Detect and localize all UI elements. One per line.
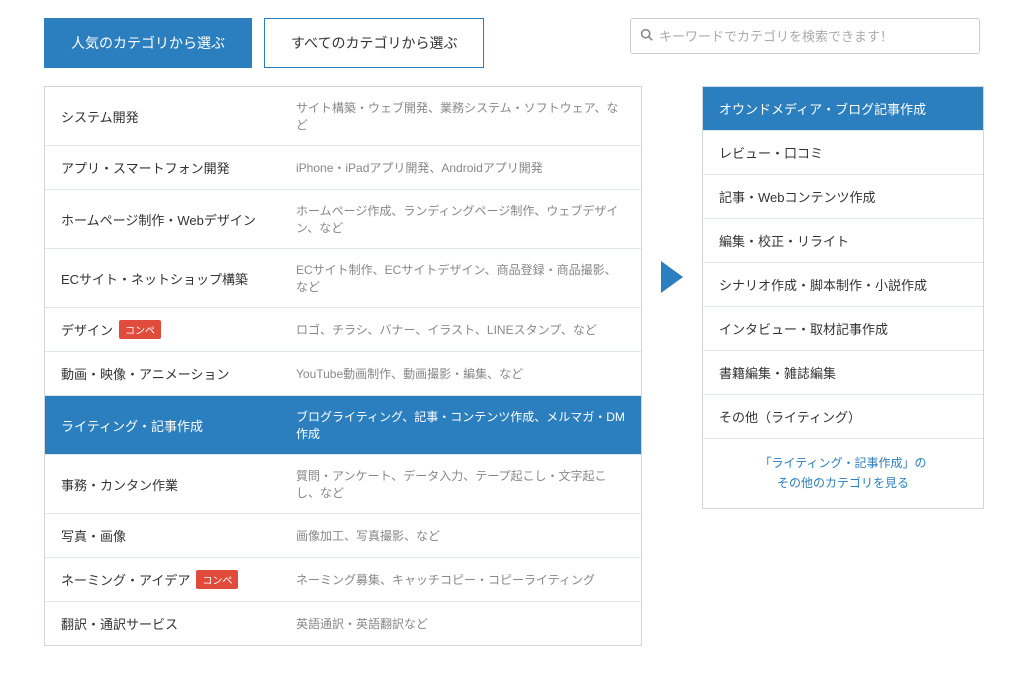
- category-desc: ロゴ、チラシ、バナー、イラスト、LINEスタンプ、など: [296, 321, 625, 338]
- category-desc: サイト構築・ウェブ開発、業務システム・ソフトウェア、など: [296, 99, 625, 133]
- compe-badge: コンペ: [119, 320, 161, 339]
- subcategory-item[interactable]: その他（ライティング）: [703, 394, 983, 438]
- category-title: ECサイト・ネットショップ構築: [61, 269, 296, 288]
- subcategory-item[interactable]: シナリオ作成・脚本制作・小説作成: [703, 262, 983, 306]
- category-search-wrap: [630, 18, 980, 54]
- category-title: ネーミング・アイデアコンペ: [61, 570, 296, 589]
- category-desc: ECサイト制作、ECサイトデザイン、商品登録・商品撮影、など: [296, 261, 625, 295]
- subcategory-item[interactable]: 編集・校正・リライト: [703, 218, 983, 262]
- subcategory-item[interactable]: インタビュー・取材記事作成: [703, 306, 983, 350]
- category-row[interactable]: 事務・カンタン作業質問・アンケート、データ入力、テープ起こし・文字起こし、など: [45, 454, 641, 513]
- see-more-line1: 「ライティング・記事作成」の: [759, 456, 926, 470]
- category-title: アプリ・スマートフォン開発: [61, 158, 296, 177]
- category-desc: YouTube動画制作、動画撮影・編集、など: [296, 365, 625, 382]
- category-title: デザインコンペ: [61, 320, 296, 339]
- category-row[interactable]: ECサイト・ネットショップ構築ECサイト制作、ECサイトデザイン、商品登録・商品…: [45, 248, 641, 307]
- subcategory-panel: オウンドメディア・ブログ記事作成 レビュー・口コミ記事・Webコンテンツ作成編集…: [702, 86, 984, 509]
- category-row[interactable]: ライティング・記事作成ブログライティング、記事・コンテンツ作成、メルマガ・DM作…: [45, 395, 641, 454]
- category-row[interactable]: デザインコンペロゴ、チラシ、バナー、イラスト、LINEスタンプ、など: [45, 307, 641, 351]
- category-desc: 画像加工、写真撮影、など: [296, 527, 625, 544]
- compe-badge: コンペ: [196, 570, 238, 589]
- subcategory-item[interactable]: レビュー・口コミ: [703, 130, 983, 174]
- category-row[interactable]: ネーミング・アイデアコンペネーミング募集、キャッチコピー・コピーライティング: [45, 557, 641, 601]
- subcategory-header[interactable]: オウンドメディア・ブログ記事作成: [703, 87, 983, 130]
- tab-popular-categories[interactable]: 人気のカテゴリから選ぶ: [44, 18, 252, 68]
- subcategory-item[interactable]: 書籍編集・雑誌編集: [703, 350, 983, 394]
- see-more-line2: その他のカテゴリを見る: [777, 476, 909, 490]
- category-title: 翻訳・通訳サービス: [61, 614, 296, 633]
- category-row[interactable]: 動画・映像・アニメーションYouTube動画制作、動画撮影・編集、など: [45, 351, 641, 395]
- subcategory-see-more-link[interactable]: 「ライティング・記事作成」の その他のカテゴリを見る: [703, 438, 983, 508]
- category-row[interactable]: ホームページ制作・Webデザインホームページ作成、ランディングページ制作、ウェブ…: [45, 189, 641, 248]
- category-desc: 質問・アンケート、データ入力、テープ起こし・文字起こし、など: [296, 467, 625, 501]
- subcategory-item[interactable]: 記事・Webコンテンツ作成: [703, 174, 983, 218]
- category-title: 動画・映像・アニメーション: [61, 364, 296, 383]
- category-title: 事務・カンタン作業: [61, 475, 296, 494]
- category-title: システム開発: [61, 107, 296, 126]
- category-desc: ホームページ作成、ランディングページ制作、ウェブデザイン、など: [296, 202, 625, 236]
- category-row[interactable]: 写真・画像画像加工、写真撮影、など: [45, 513, 641, 557]
- category-title: ホームページ制作・Webデザイン: [61, 210, 296, 229]
- category-desc: iPhone・iPadアプリ開発、Androidアプリ開発: [296, 159, 625, 176]
- category-row[interactable]: アプリ・スマートフォン開発iPhone・iPadアプリ開発、Androidアプリ…: [45, 145, 641, 189]
- category-desc: 英語通訳・英語翻訳など: [296, 615, 625, 632]
- arrow-indicator: [660, 86, 684, 293]
- category-title: 写真・画像: [61, 526, 296, 545]
- category-title: ライティング・記事作成: [61, 416, 296, 435]
- category-search-input[interactable]: [630, 18, 980, 54]
- tab-all-categories[interactable]: すべてのカテゴリから選ぶ: [264, 18, 484, 68]
- category-list: システム開発サイト構築・ウェブ開発、業務システム・ソフトウェア、などアプリ・スマ…: [44, 86, 642, 646]
- category-desc: ブログライティング、記事・コンテンツ作成、メルマガ・DM作成: [296, 408, 625, 442]
- category-tabs: 人気のカテゴリから選ぶ すべてのカテゴリから選ぶ: [44, 18, 484, 68]
- category-desc: ネーミング募集、キャッチコピー・コピーライティング: [296, 571, 625, 588]
- category-row[interactable]: 翻訳・通訳サービス英語通訳・英語翻訳など: [45, 601, 641, 645]
- category-row[interactable]: システム開発サイト構築・ウェブ開発、業務システム・ソフトウェア、など: [45, 87, 641, 145]
